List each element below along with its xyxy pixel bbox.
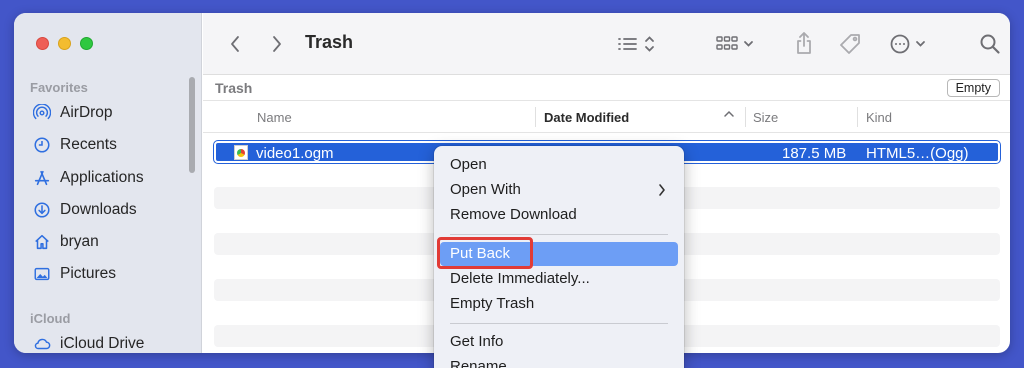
- download-icon: [32, 200, 52, 220]
- pictures-icon: [32, 264, 52, 284]
- forward-button[interactable]: [267, 33, 287, 55]
- column-divider[interactable]: [745, 107, 746, 127]
- column-kind[interactable]: Kind: [866, 110, 892, 125]
- chevron-left-icon: [231, 36, 239, 52]
- sort-ascending-icon: [723, 108, 735, 123]
- file-size: 187.5 MB: [782, 145, 847, 162]
- sidebar-item-icloud-drive[interactable]: iCloud Drive: [32, 331, 144, 353]
- more-actions-button[interactable]: [887, 32, 933, 56]
- applications-icon: [32, 168, 52, 188]
- search-icon: [980, 34, 1000, 54]
- context-menu: Open Open With Remove Download Put Back …: [434, 146, 684, 368]
- menu-separator: [450, 234, 668, 235]
- sidebar-scrollbar[interactable]: [189, 77, 195, 173]
- file-kind: HTML5…(Ogg): [866, 145, 969, 162]
- menu-item-open[interactable]: Open: [440, 153, 678, 177]
- sidebar: Favorites AirDrop Recents Applications D…: [14, 13, 202, 353]
- sidebar-heading-favorites: Favorites: [30, 80, 88, 95]
- sidebar-item-label: Recents: [60, 136, 117, 153]
- menu-item-get-info[interactable]: Get Info: [440, 330, 678, 354]
- sidebar-item-label: Pictures: [60, 265, 116, 282]
- sidebar-heading-icloud: iCloud: [30, 311, 71, 326]
- menu-item-delete-immediately[interactable]: Delete Immediately...: [440, 267, 678, 291]
- sidebar-item-label: iCloud Drive: [60, 335, 145, 352]
- grid-icon: [716, 36, 753, 50]
- group-button[interactable]: [713, 32, 759, 56]
- sidebar-item-applications[interactable]: Applications: [32, 165, 144, 191]
- menu-separator: [450, 323, 668, 324]
- menu-item-put-back[interactable]: Put Back: [440, 242, 678, 266]
- sidebar-item-airdrop[interactable]: AirDrop: [32, 100, 113, 126]
- close-window-button[interactable]: [36, 37, 49, 50]
- toolbar: Trash: [203, 13, 1010, 75]
- tag-button[interactable]: [837, 31, 865, 57]
- search-button[interactable]: [977, 31, 1003, 57]
- empty-trash-button[interactable]: Empty: [946, 79, 1000, 97]
- sidebar-item-home[interactable]: bryan: [32, 229, 99, 255]
- sidebar-item-label: Downloads: [60, 201, 137, 218]
- window-controls: [36, 37, 93, 50]
- chevron-right-icon: [273, 36, 281, 52]
- clock-icon: [32, 135, 52, 155]
- share-icon: [797, 32, 811, 54]
- ellipsis-circle-icon: [890, 34, 925, 54]
- column-name[interactable]: Name: [257, 110, 292, 125]
- column-date-modified[interactable]: Date Modified: [544, 110, 629, 125]
- sidebar-item-label: Applications: [60, 169, 144, 186]
- file-name: video1.ogm: [256, 145, 334, 162]
- menu-item-remove-download[interactable]: Remove Download: [440, 203, 678, 227]
- share-button[interactable]: [793, 29, 815, 57]
- window-title: Trash: [305, 32, 354, 52]
- column-divider[interactable]: [857, 107, 858, 127]
- menu-item-empty-trash[interactable]: Empty Trash: [440, 292, 678, 316]
- menu-item-label: Open With: [450, 181, 521, 198]
- sidebar-item-label: bryan: [60, 233, 99, 250]
- chrome-file-icon: [234, 145, 248, 160]
- menu-item-open-with[interactable]: Open With: [440, 178, 678, 202]
- path-bar: Trash Empty: [203, 75, 1010, 101]
- view-options-button[interactable]: [615, 32, 663, 56]
- sidebar-item-label: AirDrop: [60, 104, 113, 121]
- menu-item-rename[interactable]: Rename: [440, 355, 678, 368]
- home-icon: [32, 232, 52, 252]
- folder-label: Trash: [215, 80, 253, 96]
- cloud-icon: [32, 334, 52, 353]
- back-button[interactable]: [225, 33, 245, 55]
- column-header: Name Date Modified Size Kind: [203, 101, 1010, 133]
- airdrop-icon: [32, 103, 52, 123]
- list-view-icon: [618, 36, 654, 52]
- tag-icon: [840, 34, 860, 54]
- column-size[interactable]: Size: [753, 110, 778, 125]
- zoom-window-button[interactable]: [80, 37, 93, 50]
- column-divider[interactable]: [535, 107, 536, 127]
- sidebar-item-downloads[interactable]: Downloads: [32, 197, 137, 223]
- sidebar-item-pictures[interactable]: Pictures: [32, 261, 116, 287]
- sidebar-item-recents[interactable]: Recents: [32, 132, 117, 158]
- minimize-window-button[interactable]: [58, 37, 71, 50]
